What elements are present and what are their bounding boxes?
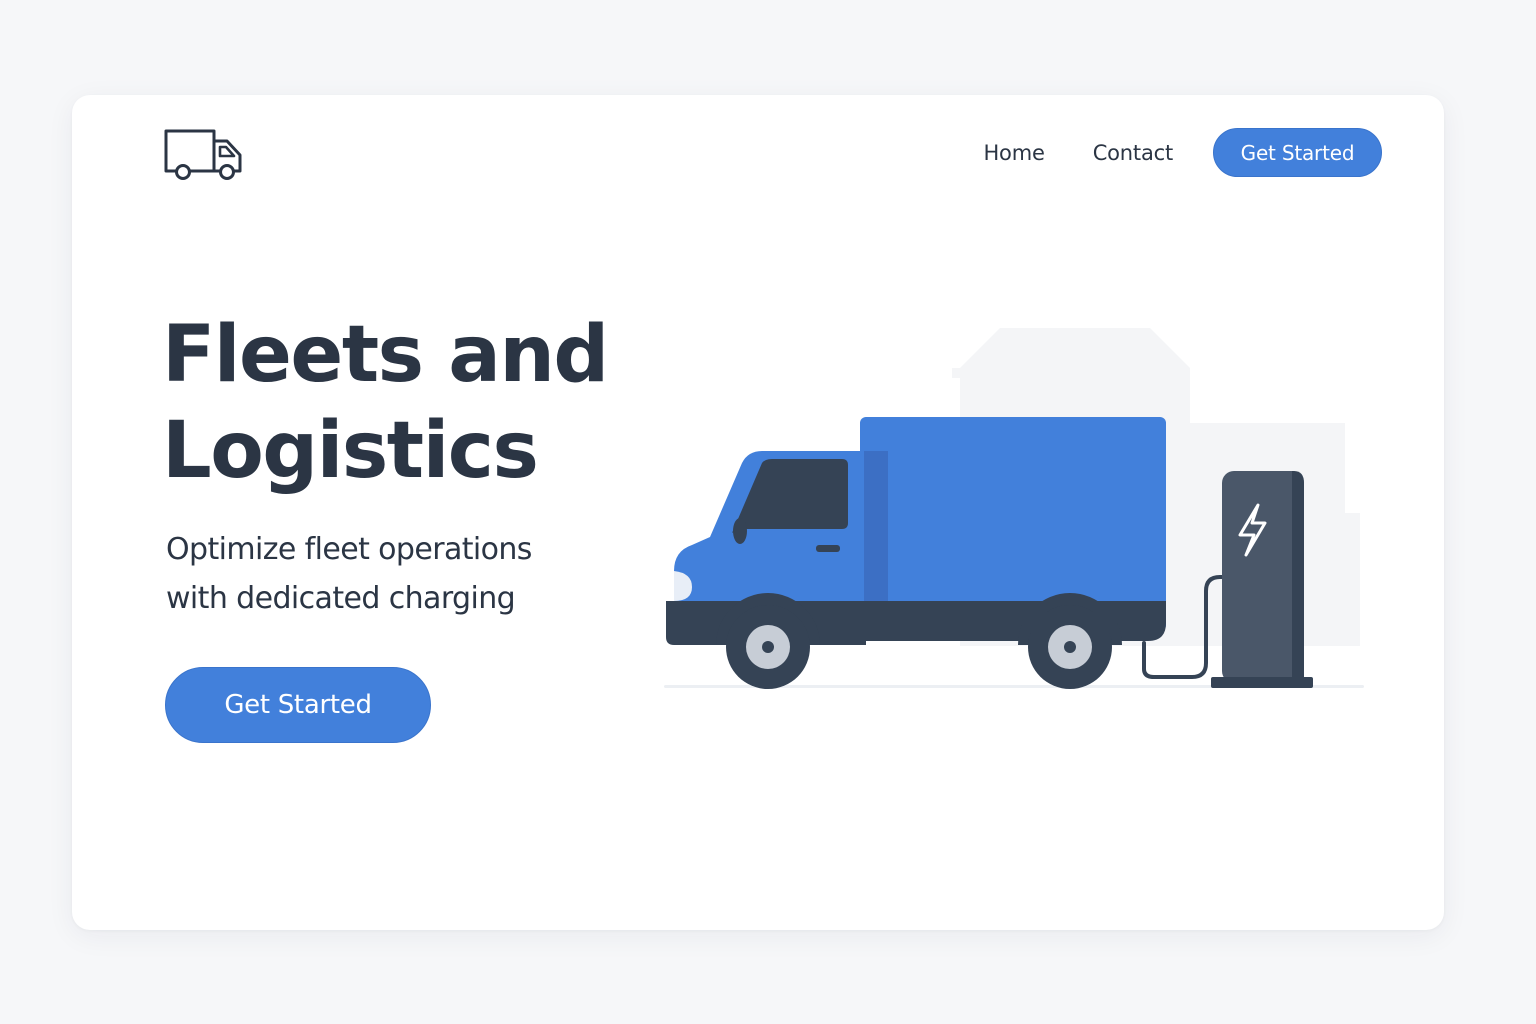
top-nav: Home Contact Get Started: [983, 128, 1382, 177]
hero-subtitle: Optimize fleet operations with dedicated …: [166, 525, 606, 623]
hero-title: Fleets and Logistics: [162, 307, 682, 499]
truck-icon[interactable]: [164, 128, 244, 180]
hero-subtitle-line-2: with dedicated charging: [166, 581, 516, 616]
nav-get-started-button[interactable]: Get Started: [1213, 128, 1382, 177]
front-wheel-icon: [726, 605, 810, 689]
nav-home-link[interactable]: Home: [983, 141, 1044, 165]
hero-title-line-2: Logistics: [162, 406, 539, 496]
rear-wheel-icon: [1028, 605, 1112, 689]
electric-truck-illustration: [666, 417, 1166, 689]
hero-card: Home Contact Get Started Fleets and Logis…: [72, 95, 1444, 930]
nav-contact-link[interactable]: Contact: [1093, 141, 1174, 165]
hero-title-line-1: Fleets and: [162, 310, 609, 400]
hero-get-started-button[interactable]: Get Started: [165, 667, 431, 743]
hero-subtitle-line-1: Optimize fleet operations: [166, 532, 532, 567]
ev-charger-illustration: [1211, 471, 1313, 688]
hero-illustration: [662, 323, 1372, 693]
